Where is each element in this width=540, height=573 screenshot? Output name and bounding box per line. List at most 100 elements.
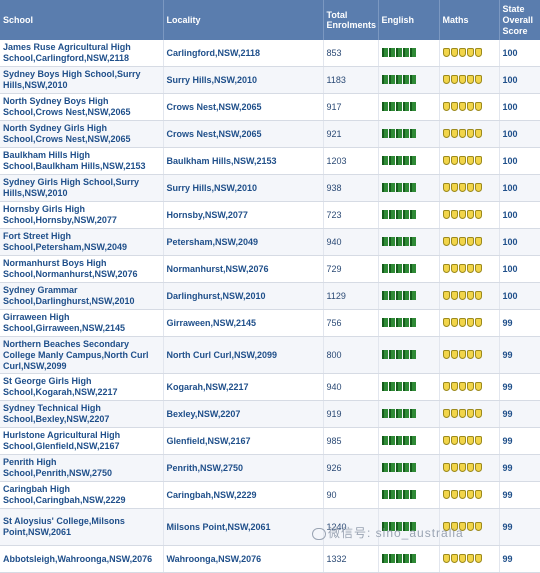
locality-link[interactable]: Normanhurst,NSW,2076 <box>163 255 324 283</box>
apple-icon <box>474 381 482 391</box>
state-score: 100 <box>499 228 540 256</box>
table-row[interactable]: North Sydney Girls High School,Crows Nes… <box>0 120 540 148</box>
apple-icon <box>474 74 482 84</box>
state-score: 99 <box>499 454 540 482</box>
apple-icon <box>458 182 466 192</box>
table-row[interactable]: Sydney Boys High School,Surry Hills,NSW,… <box>0 66 540 94</box>
book-icon <box>402 209 409 219</box>
school-link[interactable]: Sydney Grammar School,Darlinghurst,NSW,2… <box>0 282 164 310</box>
table-row[interactable]: Baulkham Hills High School,Baulkham Hill… <box>0 147 540 175</box>
apple-icon <box>442 182 450 192</box>
school-link[interactable]: North Sydney Girls High School,Crows Nes… <box>0 120 164 148</box>
table-row[interactable]: St George Girls High School,Kogarah,NSW,… <box>0 373 540 401</box>
table-header-row: School Locality Total Enrolments English… <box>0 0 540 40</box>
apple-icon <box>466 489 474 499</box>
header-enrolments[interactable]: Total Enrolments <box>323 0 379 40</box>
school-link[interactable]: Sydney Boys High School,Surry Hills,NSW,… <box>0 66 164 94</box>
table-row[interactable]: James Ruse Agricultural High School,Carl… <box>0 40 540 67</box>
header-school[interactable]: School <box>0 0 164 40</box>
header-english[interactable]: English <box>378 0 440 40</box>
locality-link[interactable]: Milsons Point,NSW,2061 <box>163 508 324 546</box>
school-link[interactable]: North Sydney Boys High School,Crows Nest… <box>0 93 164 121</box>
enrolment-count: 940 <box>323 228 379 256</box>
table-row[interactable]: Hurlstone Agricultural High School,Glenf… <box>0 427 540 455</box>
enrolment-count: 756 <box>323 309 379 337</box>
apple-icon <box>458 317 466 327</box>
school-link[interactable]: Hornsby Girls High School,Hornsby,NSW,20… <box>0 201 164 229</box>
apple-icon <box>474 521 482 531</box>
book-icon <box>409 47 416 57</box>
apple-icon <box>466 462 474 472</box>
table-row[interactable]: Sydney Girls High School,Surry Hills,NSW… <box>0 174 540 202</box>
maths-rating <box>439 545 500 573</box>
table-row[interactable]: Normanhurst Boys High School,Normanhurst… <box>0 255 540 283</box>
apple-icon <box>474 462 482 472</box>
school-link[interactable]: Abbotsleigh,Wahroonga,NSW,2076 <box>0 545 164 573</box>
school-link[interactable]: St Aloysius' College,Milsons Point,NSW,2… <box>0 508 164 546</box>
locality-link[interactable]: Girraween,NSW,2145 <box>163 309 324 337</box>
book-icon <box>395 74 402 84</box>
locality-link[interactable]: Caringbah,NSW,2229 <box>163 481 324 509</box>
apple-icon <box>458 408 466 418</box>
school-link[interactable]: Normanhurst Boys High School,Normanhurst… <box>0 255 164 283</box>
maths-rating <box>439 147 500 175</box>
book-icon <box>395 553 402 563</box>
locality-link[interactable]: Kogarah,NSW,2217 <box>163 373 324 401</box>
table-row[interactable]: Abbotsleigh,Wahroonga,NSW,2076 Wahroonga,… <box>0 545 540 573</box>
book-icon <box>402 462 409 472</box>
school-link[interactable]: Sydney Girls High School,Surry Hills,NSW… <box>0 174 164 202</box>
state-score: 100 <box>499 255 540 283</box>
apple-icon <box>474 263 482 273</box>
apple-icon <box>466 209 474 219</box>
locality-link[interactable]: Petersham,NSW,2049 <box>163 228 324 256</box>
table-row[interactable]: Caringbah High School,Caringbah,NSW,2229… <box>0 481 540 509</box>
table-row[interactable]: Penrith High School,Penrith,NSW,2750 Penr… <box>0 454 540 482</box>
locality-link[interactable]: Hornsby,NSW,2077 <box>163 201 324 229</box>
table-row[interactable]: Northern Beaches Secondary College Manly… <box>0 336 540 374</box>
school-link[interactable]: Fort Street High School,Petersham,NSW,20… <box>0 228 164 256</box>
locality-link[interactable]: Surry Hills,NSW,2010 <box>163 66 324 94</box>
enrolment-count: 926 <box>323 454 379 482</box>
maths-rating <box>439 66 500 94</box>
wechat-icon <box>312 527 326 540</box>
table-row[interactable]: Girraween High School,Girraween,NSW,2145… <box>0 309 540 337</box>
locality-link[interactable]: Penrith,NSW,2750 <box>163 454 324 482</box>
locality-link[interactable]: Darlinghurst,NSW,2010 <box>163 282 324 310</box>
header-state-score[interactable]: State Overall Score <box>499 0 540 40</box>
locality-link[interactable]: Carlingford,NSW,2118 <box>163 40 324 67</box>
english-rating <box>378 373 440 401</box>
apple-icon <box>466 74 474 84</box>
book-icon <box>409 74 416 84</box>
school-link[interactable]: Penrith High School,Penrith,NSW,2750 <box>0 454 164 482</box>
english-rating <box>378 120 440 148</box>
school-link[interactable]: Hurlstone Agricultural High School,Glenf… <box>0 427 164 455</box>
book-icon <box>388 462 395 472</box>
locality-link[interactable]: Baulkham Hills,NSW,2153 <box>163 147 324 175</box>
locality-link[interactable]: Crows Nest,NSW,2065 <box>163 120 324 148</box>
table-row[interactable]: Sydney Technical High School,Bexley,NSW,… <box>0 400 540 428</box>
locality-link[interactable]: Surry Hills,NSW,2010 <box>163 174 324 202</box>
school-link[interactable]: St George Girls High School,Kogarah,NSW,… <box>0 373 164 401</box>
locality-link[interactable]: Bexley,NSW,2207 <box>163 400 324 428</box>
school-link[interactable]: Northern Beaches Secondary College Manly… <box>0 336 164 374</box>
book-icon <box>402 182 409 192</box>
school-link[interactable]: Sydney Technical High School,Bexley,NSW,… <box>0 400 164 428</box>
maths-rating <box>439 309 500 337</box>
apple-icon <box>466 101 474 111</box>
book-icon <box>409 209 416 219</box>
school-link[interactable]: James Ruse Agricultural High School,Carl… <box>0 40 164 67</box>
header-maths[interactable]: Maths <box>439 0 500 40</box>
table-row[interactable]: North Sydney Boys High School,Crows Nest… <box>0 93 540 121</box>
school-link[interactable]: Baulkham Hills High School,Baulkham Hill… <box>0 147 164 175</box>
book-icon <box>388 74 395 84</box>
school-link[interactable]: Caringbah High School,Caringbah,NSW,2229 <box>0 481 164 509</box>
table-row[interactable]: Fort Street High School,Petersham,NSW,20… <box>0 228 540 256</box>
locality-link[interactable]: North Curl Curl,NSW,2099 <box>163 336 324 374</box>
locality-link[interactable]: Glenfield,NSW,2167 <box>163 427 324 455</box>
locality-link[interactable]: Wahroonga,NSW,2076 <box>163 545 324 573</box>
school-link[interactable]: Girraween High School,Girraween,NSW,2145 <box>0 309 164 337</box>
locality-link[interactable]: Crows Nest,NSW,2065 <box>163 93 324 121</box>
table-row[interactable]: Hornsby Girls High School,Hornsby,NSW,20… <box>0 201 540 229</box>
header-locality[interactable]: Locality <box>163 0 324 40</box>
table-row[interactable]: Sydney Grammar School,Darlinghurst,NSW,2… <box>0 282 540 310</box>
